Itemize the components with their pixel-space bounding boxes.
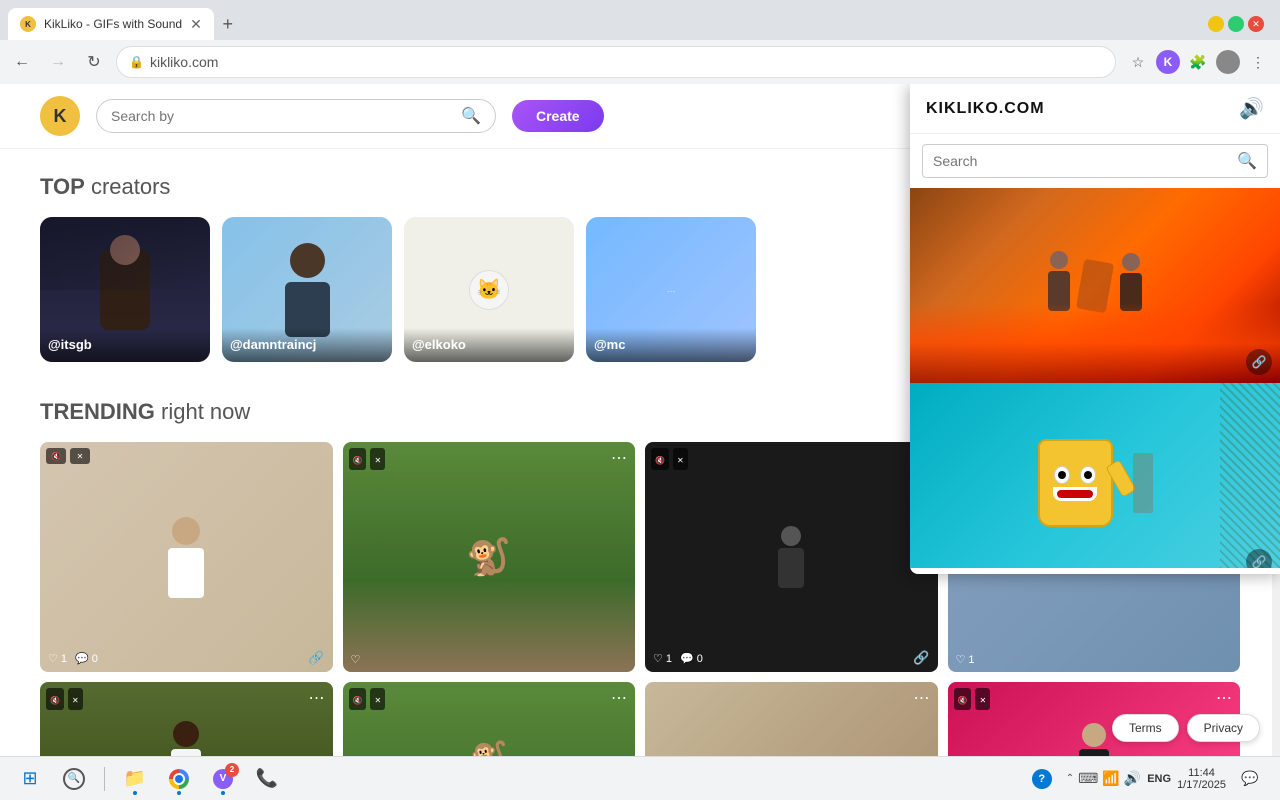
creator-name-4: @mc <box>594 337 625 352</box>
time-display: 11:44 1/17/2025 <box>1177 767 1226 791</box>
maximize-button[interactable] <box>1228 16 1244 32</box>
creator-overlay-1: @itsgb <box>40 328 210 362</box>
creator-card-4[interactable]: ... @mc <box>586 217 756 362</box>
speaker-icon[interactable]: 🔊 <box>1124 770 1141 787</box>
reload-button[interactable]: ↻ <box>80 48 108 76</box>
taskbar-another-icon[interactable]: 📞 <box>249 761 285 797</box>
question-mark-icon[interactable]: ? <box>1024 761 1060 797</box>
tab-title: KikLiko - GIFs with Sound <box>44 17 182 31</box>
creator-card-2[interactable]: @damntraincj <box>222 217 392 362</box>
viber-badge: 2 <box>225 763 239 777</box>
profile-avatar[interactable] <box>1216 50 1240 74</box>
gif-controls-1: 🔇 ✕ <box>46 448 90 464</box>
minimize-button[interactable] <box>1208 16 1224 32</box>
search-input[interactable] <box>111 108 461 124</box>
popup-search-input[interactable] <box>933 153 1237 169</box>
tab-close-icon[interactable]: ✕ <box>190 16 202 33</box>
notifications-button[interactable]: 💬 <box>1232 761 1268 797</box>
system-tray: ⌃ ⌨ 📶 🔊 <box>1066 770 1141 787</box>
gif-bottom-3: ♡ 1 💬 0 🔗 <box>645 650 938 666</box>
windows-icon: ⊞ <box>22 768 37 789</box>
kikliko-popup: KIKLIKO.COM 🔊 🔍 <box>910 84 1280 574</box>
browser-controls: ← → ↻ 🔒 kikliko.com ☆ K 🧩 ⋮ <box>0 40 1280 84</box>
address-bar[interactable]: 🔒 kikliko.com <box>116 46 1116 78</box>
browser-actions: ☆ K 🧩 ⋮ <box>1124 48 1272 76</box>
search-bar[interactable]: 🔍 <box>96 99 496 133</box>
taskbar-search-button[interactable]: 🔍 <box>56 761 92 797</box>
extensions-icon[interactable]: 🧩 <box>1184 48 1212 76</box>
creator-name-3: @elkoko <box>412 337 466 352</box>
active-tab[interactable]: K KikLiko - GIFs with Sound ✕ <box>8 8 214 40</box>
gif-menu-5[interactable]: ⋯ <box>309 688 325 708</box>
menu-icon[interactable]: ⋮ <box>1244 48 1272 76</box>
network-icon: 📶 <box>1102 770 1119 787</box>
taskbar-chrome-icon[interactable] <box>161 761 197 797</box>
forward-button[interactable]: → <box>44 48 72 76</box>
gif-card-1[interactable]: 🔇 ✕ ♡ 1 💬 0 🔗 <box>40 442 333 672</box>
gif-controls-2: 🔇 ✕ <box>349 448 386 470</box>
bookmark-icon[interactable]: ☆ <box>1124 48 1152 76</box>
gif-menu-7[interactable]: ⋯ <box>914 688 930 708</box>
creator-overlay-4: @mc <box>586 328 756 362</box>
taskbar-viber-icon[interactable]: V 2 <box>205 761 241 797</box>
creator-card-1[interactable]: @itsgb <box>40 217 210 362</box>
popup-logo: KIKLIKO.COM <box>926 100 1045 118</box>
creator-overlay-2: @damntraincj <box>222 328 392 362</box>
popup-search-icon[interactable]: 🔍 <box>1237 151 1257 171</box>
popup-gif-sponge[interactable]: 🔗 <box>910 383 1280 568</box>
windows-start-button[interactable]: ⊞ <box>12 761 48 797</box>
terms-button[interactable]: Terms <box>1112 714 1179 742</box>
browser-chrome: K KikLiko - GIFs with Sound ✕ + ✕ ← → ↻ … <box>0 0 1280 84</box>
gif-controls-3: 🔇 ✕ <box>651 448 688 470</box>
popup-search-bar[interactable]: 🔍 <box>922 144 1268 178</box>
gif-controls-8: 🔇 ✕ <box>954 688 991 710</box>
new-tab-button[interactable]: + <box>214 10 242 38</box>
taskbar: ⊞ 🔍 📁 V 2 📞 ? ⌃ ⌨ 📶 🔊 <box>0 756 1280 800</box>
page-content: K 🔍 Create TOP creators @itsgb <box>0 84 1280 800</box>
lock-icon: 🔒 <box>129 55 144 69</box>
tab-favicon: K <box>20 16 36 32</box>
back-button[interactable]: ← <box>8 48 36 76</box>
creator-overlay-3: @elkoko <box>404 328 574 362</box>
gif-bottom-2: ♡ <box>343 653 636 666</box>
popup-gif-fire[interactable]: 🔗 <box>910 188 1280 383</box>
taskbar-file-explorer[interactable]: 📁 <box>117 761 153 797</box>
popup-gif-fire-link[interactable]: 🔗 <box>1246 349 1272 375</box>
popup-content: 🔗 <box>910 188 1280 568</box>
gif-card-3[interactable]: 🔇 ✕ ⋯ ♡ 1 💬 0 🔗 <box>645 442 938 672</box>
gif-bottom-4: ♡ 1 <box>948 653 1241 666</box>
creator-card-3[interactable]: 🐱 @elkoko <box>404 217 574 362</box>
terms-privacy-bar: Terms Privacy <box>1112 714 1260 742</box>
gif-menu-2[interactable]: ⋯ <box>611 448 627 468</box>
gif-bottom-1: ♡ 1 💬 0 🔗 <box>40 650 333 666</box>
popup-gif-sponge-link[interactable]: 🔗 <box>1246 549 1272 568</box>
close-button[interactable]: ✕ <box>1248 16 1264 32</box>
site-logo: K <box>40 96 80 136</box>
creator-name-1: @itsgb <box>48 337 92 352</box>
caret-up-icon[interactable]: ⌃ <box>1066 773 1074 784</box>
profile-k-badge[interactable]: K <box>1156 50 1180 74</box>
taskbar-right: ? ⌃ ⌨ 📶 🔊 ENG 11:44 1/17/2025 💬 <box>1024 761 1268 797</box>
gif-card-2[interactable]: 🐒 🔇 ✕ ⋯ ♡ <box>343 442 636 672</box>
url-text: kikliko.com <box>150 54 218 70</box>
gif-menu-8[interactable]: ⋯ <box>1216 688 1232 708</box>
create-button[interactable]: Create <box>512 100 604 132</box>
popup-sound-button[interactable]: 🔊 <box>1239 96 1264 121</box>
gif-menu-6[interactable]: ⋯ <box>611 688 627 708</box>
search-icon[interactable]: 🔍 <box>461 106 481 126</box>
keyboard-icon: ⌨ <box>1078 770 1098 787</box>
gif-controls-5: 🔇 ✕ <box>46 688 83 710</box>
privacy-button[interactable]: Privacy <box>1187 714 1260 742</box>
lang-indicator: ENG <box>1147 773 1171 785</box>
gif-controls-6: 🔇 ✕ <box>349 688 386 710</box>
creator-name-2: @damntraincj <box>230 337 316 352</box>
tab-bar: K KikLiko - GIFs with Sound ✕ + ✕ <box>0 0 1280 40</box>
taskbar-separator-1 <box>104 767 105 791</box>
popup-header: KIKLIKO.COM 🔊 <box>910 84 1280 134</box>
